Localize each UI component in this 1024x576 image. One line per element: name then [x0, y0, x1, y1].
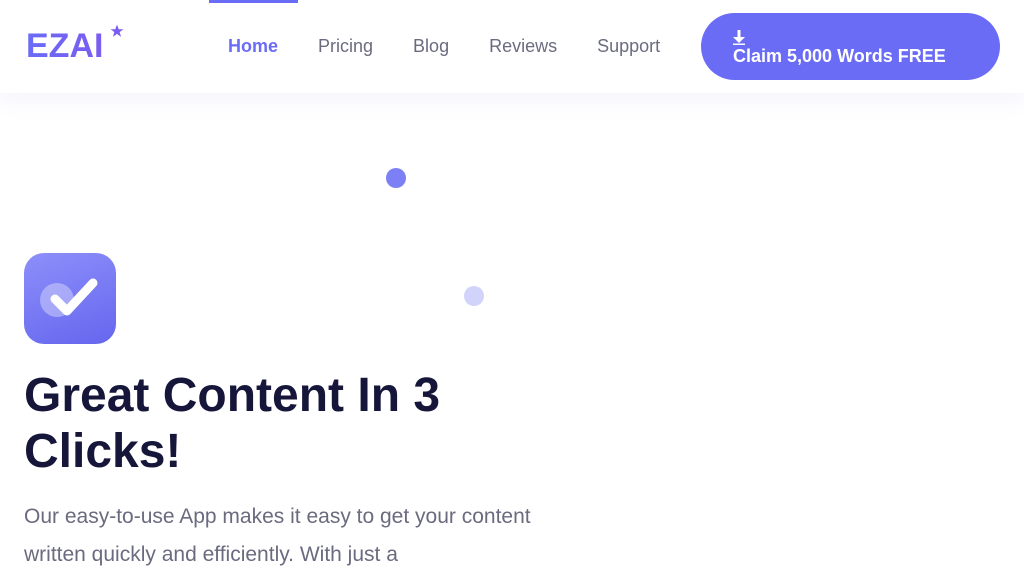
- decorative-dot: [464, 286, 484, 306]
- hero-description: Our easy-to-use App makes it easy to get…: [24, 505, 531, 566]
- checkmark-icon: [24, 253, 116, 344]
- claim-free-words-button[interactable]: Claim 5,000 Words FREE: [701, 13, 1000, 80]
- star-icon: [110, 24, 124, 37]
- nav-item-blog[interactable]: Blog: [393, 0, 469, 93]
- nav-item-support[interactable]: Support: [577, 0, 680, 93]
- hero-title: Great Content In 3 Clicks!: [24, 369, 441, 478]
- claim-button-label: Claim 5,000 Words FREE: [733, 46, 946, 66]
- logo[interactable]: EZAI: [26, 24, 124, 66]
- logo-text: EZAI: [26, 27, 104, 65]
- download-arrow-icon: [733, 30, 745, 45]
- main-nav: Home Pricing Blog Reviews Support: [208, 0, 680, 93]
- site-header: EZAI Home Pricing Blog Reviews Support C…: [0, 0, 1024, 93]
- nav-item-pricing[interactable]: Pricing: [298, 0, 393, 93]
- decorative-dot: [386, 168, 406, 188]
- nav-item-home[interactable]: Home: [208, 0, 299, 93]
- nav-item-reviews[interactable]: Reviews: [469, 0, 577, 93]
